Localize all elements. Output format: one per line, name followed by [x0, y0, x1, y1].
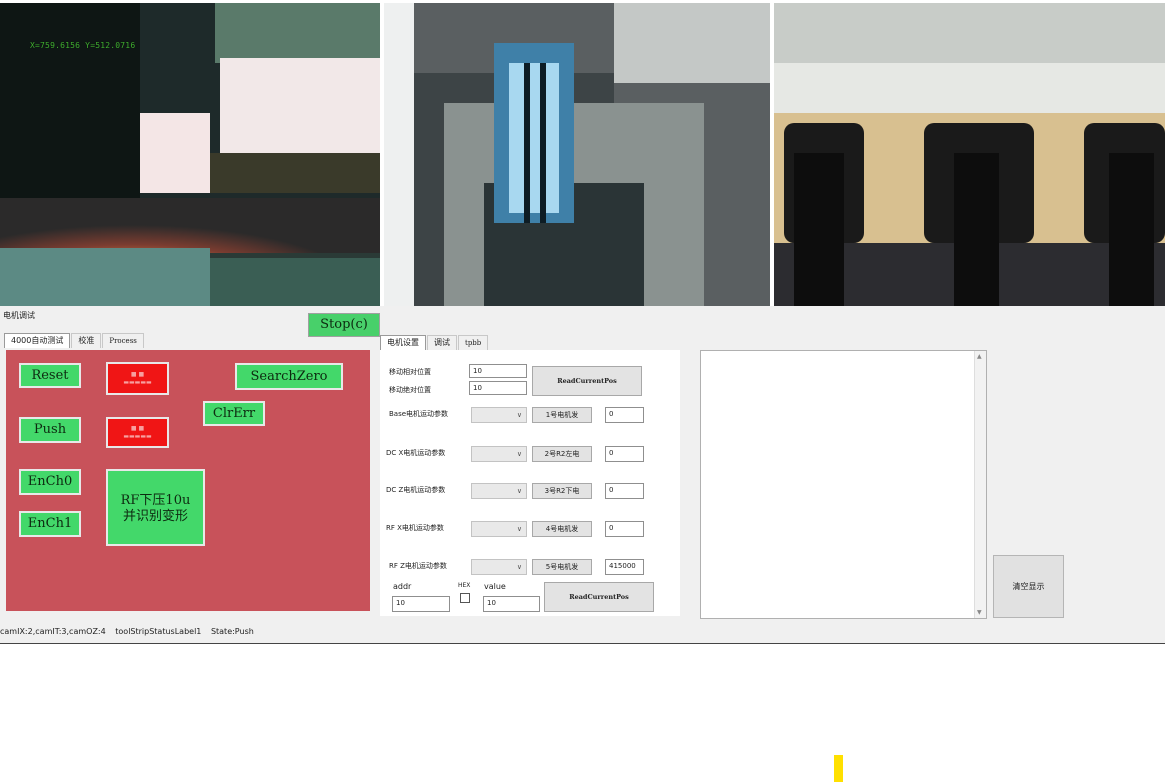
camera-coordinate-overlay: X=759.6156 Y=512.0716 [30, 41, 136, 50]
clear-display-button[interactable]: 清空显示 [993, 555, 1064, 618]
chevron-down-icon: ∨ [516, 411, 522, 419]
red-indicator-button-1[interactable]: ■ ■ ▬▬▬▬▬ [106, 362, 169, 395]
chevron-down-icon: ∨ [516, 525, 522, 533]
motor-params-label: DC X电机运动参数 [386, 449, 446, 457]
motor-params-select[interactable]: ∨ [471, 483, 527, 499]
camera-view-3 [774, 3, 1165, 306]
red-indicator-button-2[interactable]: ■ ■ ▬▬▬▬▬ [106, 417, 169, 448]
motor-params-select[interactable]: ∨ [471, 559, 527, 575]
chevron-down-icon: ∨ [516, 487, 522, 495]
motor-action-button[interactable]: 5号电机发 [532, 559, 592, 575]
chevron-down-icon: ∨ [516, 563, 522, 571]
motor-action-button[interactable]: 4号电机发 [532, 521, 592, 537]
push-button[interactable]: Push [19, 417, 81, 443]
motor-params-label: Base电机运动参数 [389, 410, 449, 418]
indicator-icon: ■ ■ ▬▬▬▬▬ [123, 425, 152, 440]
camera-view-1: X=759.6156 Y=512.0716 [0, 3, 380, 306]
scroll-up-icon[interactable]: ▲ [977, 353, 982, 360]
motor-value-input[interactable]: 0 [605, 521, 644, 537]
status-label: toolStripStatusLabel1 [115, 627, 202, 636]
log-display[interactable]: ▲ ▼ [700, 350, 987, 619]
move-relative-label: 移动相对位置 [389, 368, 431, 376]
middle-tabstrip: 电机设置 调试 tpbb [380, 335, 489, 350]
reset-button[interactable]: Reset [19, 363, 81, 388]
motor-action-button[interactable]: 3号R2下电 [532, 483, 592, 499]
hex-checkbox[interactable] [460, 593, 470, 603]
tab-motor-settings[interactable]: 电机设置 [380, 335, 426, 350]
rf-press-button[interactable]: RF下压10u 并识别变形 [106, 469, 205, 546]
tab-debug[interactable]: 调试 [427, 335, 457, 350]
addr-label: addr [393, 582, 412, 591]
chevron-down-icon: ∨ [516, 450, 522, 458]
scroll-down-icon[interactable]: ▼ [977, 609, 982, 616]
motor-params-label: RF Z电机运动参数 [389, 562, 447, 570]
motor-value-input[interactable]: 0 [605, 407, 644, 423]
motor-params-select[interactable]: ∨ [471, 407, 527, 423]
tab-calibration[interactable]: 校准 [71, 333, 102, 348]
value-label: value [484, 582, 506, 591]
left-tabstrip: 4000自动测试 校准 Process [4, 333, 145, 348]
value-input[interactable]: 10 [483, 596, 540, 612]
ench0-button[interactable]: EnCh0 [19, 469, 81, 495]
motor-params-select[interactable]: ∨ [471, 521, 527, 537]
motor-debug-window: 电机调试 Stop(c) 4000自动测试 校准 Process Reset ■… [0, 306, 1165, 644]
tab-tpbb[interactable]: tpbb [458, 335, 489, 350]
move-relative-input[interactable]: 10 [469, 364, 527, 378]
hex-label: HEX [458, 582, 471, 589]
motor-params-select[interactable]: ∨ [471, 446, 527, 462]
motor-action-button[interactable]: 1号电机发 [532, 407, 592, 423]
group-title: 电机调试 [3, 311, 35, 320]
log-scrollbar[interactable]: ▲ ▼ [974, 351, 986, 618]
motor-action-button[interactable]: 2号R2左电 [532, 446, 592, 462]
status-state: State:Push [210, 627, 254, 636]
status-camera-config: camIX:2,camIT:3,camOZ:4 [0, 627, 106, 636]
yellow-marker [834, 755, 843, 782]
clr-err-button[interactable]: ClrErr [203, 401, 265, 426]
ench1-button[interactable]: EnCh1 [19, 511, 81, 537]
motor-value-input[interactable]: 0 [605, 446, 644, 462]
auto-test-panel: Reset ■ ■ ▬▬▬▬▬ SearchZero ClrErr Push ■ … [6, 350, 370, 611]
read-current-pos-button-2[interactable]: ReadCurrentPos [544, 582, 654, 612]
motor-params-label: DC Z电机运动参数 [386, 486, 446, 494]
search-zero-button[interactable]: SearchZero [235, 363, 343, 390]
read-current-pos-button[interactable]: ReadCurrentPos [532, 366, 642, 396]
tab-auto-test[interactable]: 4000自动测试 [4, 333, 71, 348]
motor-params-label: RF X电机运动参数 [386, 524, 444, 532]
move-absolute-label: 移动绝对位置 [389, 386, 431, 394]
indicator-icon: ■ ■ ▬▬▬▬▬ [123, 371, 152, 386]
move-absolute-input[interactable]: 10 [469, 381, 527, 395]
addr-input[interactable]: 10 [392, 596, 450, 612]
camera-view-2 [384, 3, 770, 306]
motor-settings-panel: 移动相对位置 10 移动绝对位置 10 ReadCurrentPos Base电… [380, 350, 680, 616]
status-bar: camIX:2,camIT:3,camOZ:4 toolStripStatusL… [0, 627, 261, 641]
tab-process[interactable]: Process [102, 333, 144, 348]
motor-value-input[interactable]: 415000 [605, 559, 644, 575]
motor-value-input[interactable]: 0 [605, 483, 644, 499]
stop-button[interactable]: Stop(c) [308, 313, 380, 337]
